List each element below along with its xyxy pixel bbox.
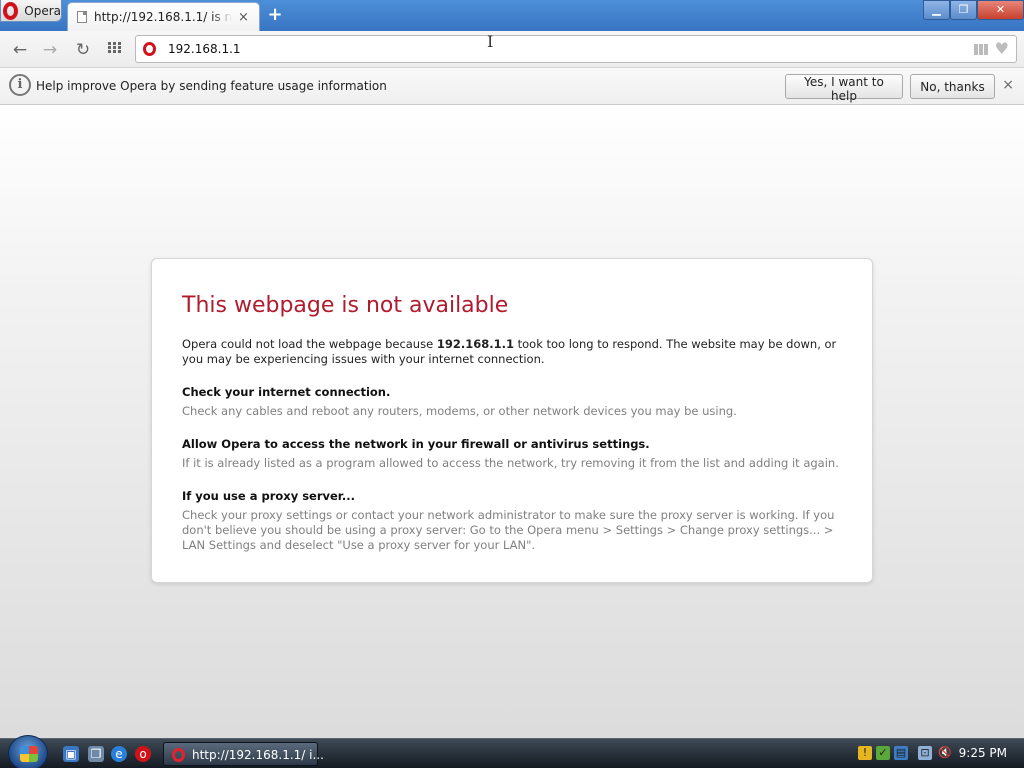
update-icon[interactable]: ✓: [876, 746, 890, 760]
tab-close-icon[interactable]: ×: [238, 10, 249, 25]
address-input[interactable]: 192.168.1.1: [168, 42, 241, 56]
section-title-firewall: Allow Opera to access the network in you…: [182, 437, 650, 451]
opera-task-icon: [172, 748, 185, 762]
maximize-button[interactable]: ❐: [950, 0, 977, 20]
no-thanks-button[interactable]: No, thanks: [910, 74, 995, 99]
site-security-icon[interactable]: [143, 42, 156, 56]
intro-host: 192.168.1.1: [436, 337, 514, 351]
security-shield-icon[interactable]: !: [858, 746, 872, 760]
error-heading: This webpage is not available: [182, 293, 509, 318]
reload-button[interactable]: ↻: [72, 39, 94, 61]
address-bar[interactable]: 192.168.1.1 ♥: [135, 35, 1017, 63]
volume-muted-icon[interactable]: 🔇: [938, 746, 952, 760]
opera-menu-label: Opera: [24, 3, 61, 18]
info-bar-message: Help improve Opera by sending feature us…: [36, 79, 387, 93]
section-body-proxy: Check your proxy settings or contact you…: [182, 508, 835, 552]
section-title-proxy: If you use a proxy server...: [182, 489, 355, 503]
windows-flag-icon: [20, 746, 38, 762]
info-bar-close-icon[interactable]: ×: [1002, 77, 1014, 93]
windows-taskbar: ▣ ❐ e o http://192.168.1.1/ i... ! ✓ ▤ ⊡…: [0, 735, 1024, 768]
taskbar-opera-window[interactable]: http://192.168.1.1/ i...: [163, 742, 324, 766]
forward-button[interactable]: →: [39, 39, 61, 61]
bookmark-heart-icon[interactable]: ♥: [995, 39, 1009, 58]
minimize-button[interactable]: ▁: [923, 0, 950, 20]
error-card: This webpage is not available Opera coul…: [151, 258, 873, 583]
tab-title: http://192.168.1.1/ is not a: [94, 10, 232, 24]
start-button[interactable]: [8, 735, 48, 768]
section-body-firewall: If it is already listed as a program all…: [182, 456, 839, 470]
add-to-speed-dial-icon[interactable]: [974, 44, 988, 55]
network-status-icon[interactable]: ▤: [894, 746, 908, 760]
info-bar: i Help improve Opera by sending feature …: [0, 68, 1024, 105]
internet-explorer-icon[interactable]: e: [111, 746, 127, 762]
new-tab-button[interactable]: +: [265, 5, 285, 25]
close-window-button[interactable]: ✕: [977, 0, 1024, 20]
browser-tab[interactable]: http://192.168.1.1/ is not a ×: [67, 2, 260, 31]
page-icon: [77, 11, 87, 23]
switch-windows-icon[interactable]: ❐: [88, 746, 104, 762]
title-bar: Opera http://192.168.1.1/ is not a × + ▁…: [0, 0, 1024, 31]
intro-text-start: Opera could not load the webpage because: [182, 337, 437, 351]
back-button[interactable]: ←: [9, 39, 31, 61]
show-desktop-icon[interactable]: ▣: [63, 746, 79, 762]
section-body-connection: Check any cables and reboot any routers,…: [182, 404, 737, 418]
opera-menu-button[interactable]: Opera: [0, 0, 62, 22]
system-tray: ! ✓ ▤ ⊡ 🔇 9:25 PM: [854, 739, 1024, 768]
text-cursor-icon: I: [487, 32, 494, 51]
info-icon: i: [9, 74, 31, 96]
window-controls: ▁ ❐ ✕: [923, 0, 1024, 20]
page-content: This webpage is not available Opera coul…: [0, 105, 1024, 738]
section-title-connection: Check your internet connection.: [182, 385, 391, 399]
speed-dial-grid-icon[interactable]: [108, 42, 122, 54]
opera-logo-icon: [3, 1, 19, 20]
yes-help-button[interactable]: Yes, I want to help: [785, 74, 903, 103]
error-intro: Opera could not load the webpage because…: [182, 337, 852, 367]
taskbar-clock[interactable]: 9:25 PM: [959, 746, 1007, 760]
network-connection-icon[interactable]: ⊡: [918, 746, 932, 760]
opera-quicklaunch-icon[interactable]: o: [135, 746, 151, 762]
taskbar-window-label: http://192.168.1.1/ i...: [192, 748, 324, 762]
